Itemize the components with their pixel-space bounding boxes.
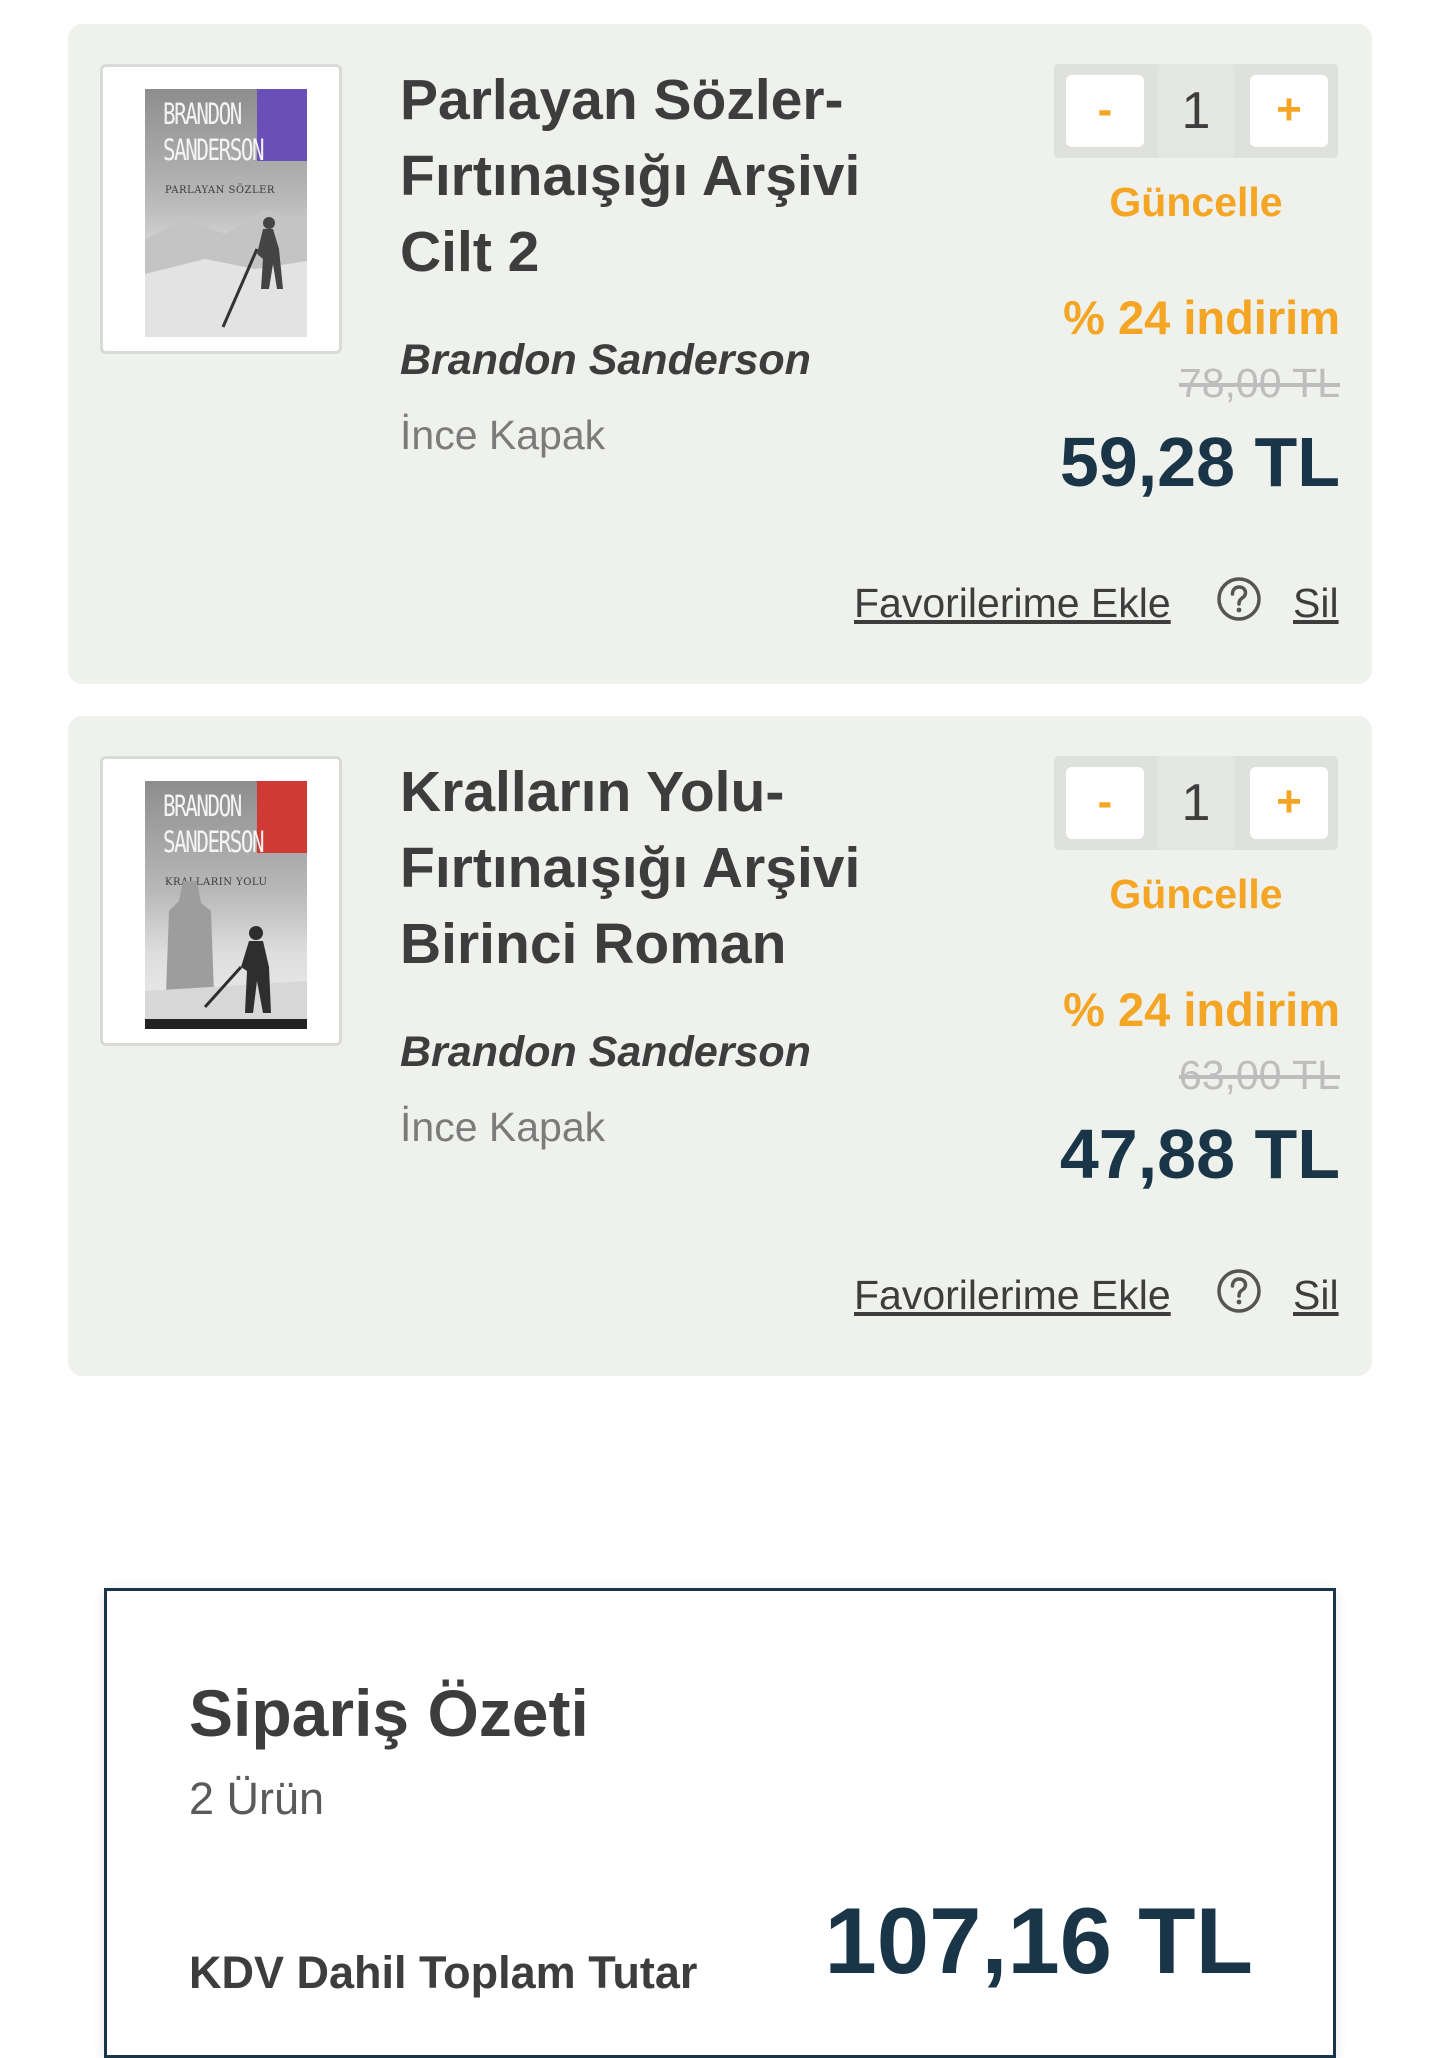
old-price: 78,00 TL <box>1178 360 1340 406</box>
product-title[interactable]: Kralların Yolu- Fırtınaışığı Arşivi Biri… <box>400 754 920 982</box>
old-price: 63,00 TL <box>1178 1052 1340 1098</box>
summary-item-count: 2 Ürün <box>189 1773 325 1824</box>
summary-title: Sipariş Özeti <box>189 1676 589 1750</box>
question-circle-icon[interactable] <box>1216 576 1262 622</box>
cart-item: BRANDON SANDERSON PARLAYAN SÖZLER Parlay… <box>68 24 1372 684</box>
decrease-quantity-button[interactable]: - <box>1066 75 1144 147</box>
product-binding: İnce Kapak <box>400 412 606 458</box>
quantity-stepper: - 1 + <box>1054 756 1338 850</box>
current-price: 59,28 TL <box>1059 423 1340 501</box>
delete-link[interactable]: Sil <box>1293 1272 1339 1319</box>
quantity-value[interactable]: 1 <box>1158 756 1234 850</box>
update-button[interactable]: Güncelle <box>1054 871 1338 918</box>
product-title[interactable]: Parlayan Sözler- Fırtınaışığı Arşivi Cil… <box>400 62 920 290</box>
book-cover-image: BRANDON SANDERSON PARLAYAN SÖZLER <box>145 89 307 337</box>
discount-label: % 24 indirim <box>1063 983 1340 1036</box>
current-price: 47,88 TL <box>1059 1115 1340 1193</box>
book-cover-image: BRANDON SANDERSON KRALLARIN YOLU <box>145 781 307 1029</box>
order-summary: Sipariş Özeti 2 Ürün KDV Dahil Toplam Tu… <box>104 1588 1336 2058</box>
quantity-value[interactable]: 1 <box>1158 64 1234 158</box>
book-cover-frame[interactable]: BRANDON SANDERSON KRALLARIN YOLU <box>100 756 342 1046</box>
increase-quantity-button[interactable]: + <box>1250 767 1328 839</box>
book-cover-frame[interactable]: BRANDON SANDERSON PARLAYAN SÖZLER <box>100 64 342 354</box>
summary-total-label: KDV Dahil Toplam Tutar <box>189 1947 698 1998</box>
question-circle-icon[interactable] <box>1216 1268 1262 1314</box>
update-button[interactable]: Güncelle <box>1054 179 1338 226</box>
add-to-favorites-link[interactable]: Favorilerime Ekle <box>854 580 1171 627</box>
discount-label: % 24 indirim <box>1063 291 1340 344</box>
cover-illustration <box>145 881 307 1029</box>
delete-link[interactable]: Sil <box>1293 580 1339 627</box>
increase-quantity-button[interactable]: + <box>1250 75 1328 147</box>
summary-total-amount: 107,16 TL <box>824 1888 1253 1993</box>
product-author[interactable]: Brandon Sanderson <box>400 1028 811 1077</box>
product-author[interactable]: Brandon Sanderson <box>400 336 811 385</box>
cart-item: BRANDON SANDERSON KRALLARIN YOLU Krallar… <box>68 716 1372 1376</box>
quantity-stepper: - 1 + <box>1054 64 1338 158</box>
decrease-quantity-button[interactable]: - <box>1066 767 1144 839</box>
add-to-favorites-link[interactable]: Favorilerime Ekle <box>854 1272 1171 1319</box>
product-binding: İnce Kapak <box>400 1104 606 1150</box>
cover-illustration <box>145 209 307 337</box>
